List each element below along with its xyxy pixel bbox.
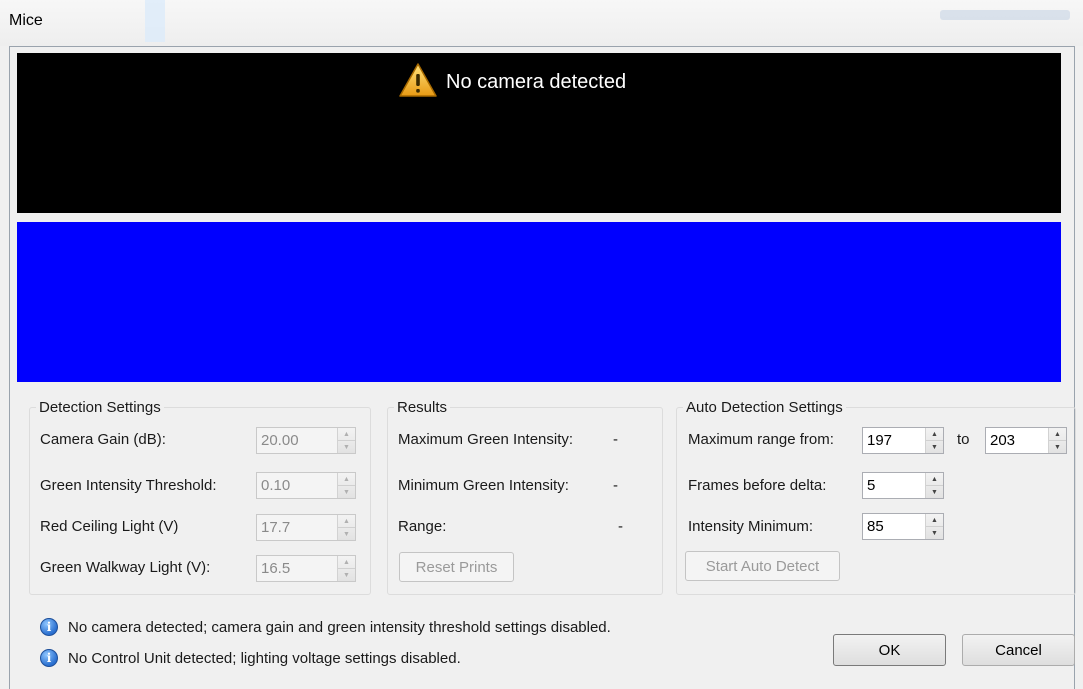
green-threshold-label: Green Intensity Threshold: (40, 477, 217, 494)
info-icon: i (40, 618, 58, 636)
title-bar-highlight (145, 0, 165, 42)
intensity-value[interactable]: 85 (863, 514, 925, 539)
frames-spinner[interactable]: 5 ▲ ▼ (862, 472, 944, 499)
info-message-camera: i No camera detected; camera gain and gr… (40, 618, 611, 636)
detection-settings-legend: Detection Settings (39, 399, 161, 416)
spin-down-icon[interactable]: ▼ (338, 440, 355, 453)
range-label: Range: (398, 518, 447, 535)
frames-arrows[interactable]: ▲ ▼ (925, 473, 943, 498)
info-message-control-unit: i No Control Unit detected; lighting vol… (40, 649, 461, 667)
range-from-spinner[interactable]: 197 ▲ ▼ (862, 427, 944, 454)
title-bar: Mice (0, 0, 1083, 46)
spin-up-icon[interactable]: ▲ (926, 428, 943, 440)
spin-down-icon[interactable]: ▼ (926, 440, 943, 453)
green-threshold-arrows[interactable]: ▲ ▼ (337, 473, 355, 498)
warning-icon (398, 62, 438, 102)
spin-down-icon[interactable]: ▼ (338, 527, 355, 540)
green-walkway-arrows[interactable]: ▲ ▼ (337, 556, 355, 581)
range-from-arrows[interactable]: ▲ ▼ (925, 428, 943, 453)
range-to-arrows[interactable]: ▲ ▼ (1048, 428, 1066, 453)
intensity-preview (17, 222, 1061, 382)
red-ceiling-label: Red Ceiling Light (V) (40, 518, 179, 535)
camera-gain-value: 20.00 (261, 432, 299, 449)
spin-up-icon[interactable]: ▲ (338, 556, 355, 568)
range-from-value[interactable]: 197 (863, 428, 925, 453)
range-to-value[interactable]: 203 (986, 428, 1048, 453)
cancel-button[interactable]: Cancel (962, 634, 1075, 666)
spin-down-icon[interactable]: ▼ (338, 485, 355, 498)
spin-up-icon[interactable]: ▲ (338, 515, 355, 527)
green-threshold-value: 0.10 (261, 477, 291, 494)
spin-down-icon[interactable]: ▼ (926, 485, 943, 498)
red-ceiling-value: 17.7 (261, 519, 291, 536)
range-value: - (618, 518, 623, 535)
spin-up-icon[interactable]: ▲ (1049, 428, 1066, 440)
to-label: to (957, 431, 970, 448)
camera-gain-arrows[interactable]: ▲ ▼ (337, 428, 355, 453)
frames-value[interactable]: 5 (863, 473, 925, 498)
info-message-camera-text: No camera detected; camera gain and gree… (68, 618, 611, 636)
results-legend: Results (397, 399, 448, 416)
reset-prints-button[interactable]: Reset Prints (399, 552, 514, 582)
intensity-arrows[interactable]: ▲ ▼ (925, 514, 943, 539)
spin-down-icon[interactable]: ▼ (1049, 440, 1066, 453)
green-walkway-spinner[interactable]: 16.5 ▲ ▼ (256, 555, 356, 582)
spin-up-icon[interactable]: ▲ (338, 428, 355, 440)
intensity-spinner[interactable]: 85 ▲ ▼ (862, 513, 944, 540)
spin-up-icon[interactable]: ▲ (926, 473, 943, 485)
max-range-label: Maximum range from: (688, 431, 834, 448)
camera-gain-label: Camera Gain (dB): (40, 431, 166, 448)
max-green-label: Maximum Green Intensity: (398, 431, 574, 448)
green-walkway-value: 16.5 (261, 560, 291, 577)
spin-down-icon[interactable]: ▼ (926, 526, 943, 539)
spin-down-icon[interactable]: ▼ (338, 568, 355, 581)
spin-up-icon[interactable]: ▲ (338, 473, 355, 485)
max-green-value: - (613, 431, 618, 448)
spin-up-icon[interactable]: ▲ (926, 514, 943, 526)
min-green-value: - (613, 477, 618, 494)
title-bar-blur (940, 10, 1070, 20)
camera-gain-spinner[interactable]: 20.00 ▲ ▼ (256, 427, 356, 454)
green-walkway-label: Green Walkway Light (V): (40, 559, 211, 576)
intensity-label: Intensity Minimum: (688, 518, 814, 535)
min-green-label: Minimum Green Intensity: (398, 477, 569, 494)
window-title: Mice (9, 12, 43, 29)
auto-detection-legend: Auto Detection Settings (686, 399, 843, 416)
frames-label: Frames before delta: (688, 477, 827, 494)
camera-message: No camera detected (446, 70, 627, 93)
red-ceiling-spinner[interactable]: 17.7 ▲ ▼ (256, 514, 356, 541)
info-message-control-unit-text: No Control Unit detected; lighting volta… (68, 649, 461, 667)
green-threshold-spinner[interactable]: 0.10 ▲ ▼ (256, 472, 356, 499)
info-icon: i (40, 649, 58, 667)
red-ceiling-arrows[interactable]: ▲ ▼ (337, 515, 355, 540)
camera-status: No camera detected (398, 62, 626, 102)
start-auto-detect-button[interactable]: Start Auto Detect (685, 551, 840, 581)
range-to-spinner[interactable]: 203 ▲ ▼ (985, 427, 1067, 454)
ok-button[interactable]: OK (833, 634, 946, 666)
